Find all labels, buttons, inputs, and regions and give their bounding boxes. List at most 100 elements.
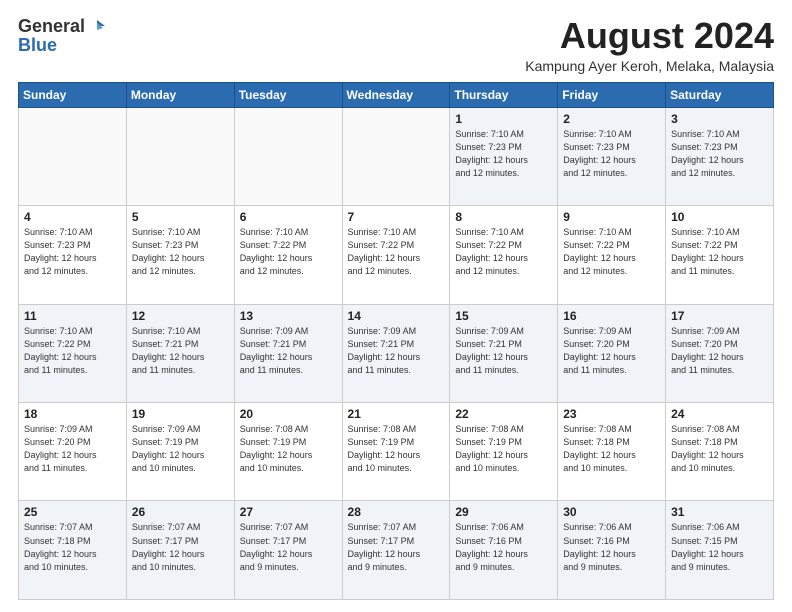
table-row: 21Sunrise: 7:08 AM Sunset: 7:19 PM Dayli…: [342, 403, 450, 501]
day-number: 14: [348, 309, 445, 323]
day-number: 6: [240, 210, 337, 224]
table-row: 2 Sunrise: 7:10 AM Sunset: 7:23 PM Daylig…: [558, 107, 666, 205]
logo-bird-icon: [87, 18, 105, 36]
day-info: Sunrise: 7:08 AM Sunset: 7:18 PM Dayligh…: [563, 423, 660, 475]
day-info: Sunrise: 7:10 AM Sunset: 7:23 PM Dayligh…: [455, 128, 552, 180]
table-row: 30 Sunrise: 7:06 AM Sunset: 7:16 PM Dayli…: [558, 501, 666, 600]
table-row: 3 Sunrise: 7:10 AM Sunset: 7:23 PM Daylig…: [666, 107, 774, 205]
day-number: 15: [455, 309, 552, 323]
day-info: Sunrise: 7:09 AM Sunset: 7:21 PM Dayligh…: [348, 325, 445, 377]
day-info: Sunrise: 7:10 AM Sunset: 7:23 PM Dayligh…: [563, 128, 660, 180]
day-number: 22: [455, 407, 552, 421]
col-tuesday: Tuesday: [234, 82, 342, 107]
table-row: 22 Sunrise: 7:08 AM Sunset: 7:19 PM Dayli…: [450, 403, 558, 501]
calendar-week-row: 4 Sunrise: 7:10 AM Sunset: 7:23 PM Daylig…: [19, 206, 774, 304]
table-row: 13Sunrise: 7:09 AM Sunset: 7:21 PM Dayli…: [234, 304, 342, 402]
table-row: 31 Sunrise: 7:06 AM Sunset: 7:15 PM Dayli…: [666, 501, 774, 600]
table-row: 26 Sunrise: 7:07 AM Sunset: 7:17 PM Dayli…: [126, 501, 234, 600]
day-info: Sunrise: 7:10 AM Sunset: 7:21 PM Dayligh…: [132, 325, 229, 377]
day-info: Sunrise: 7:10 AM Sunset: 7:23 PM Dayligh…: [132, 226, 229, 278]
col-saturday: Saturday: [666, 82, 774, 107]
day-number: 7: [348, 210, 445, 224]
day-info: Sunrise: 7:10 AM Sunset: 7:22 PM Dayligh…: [24, 325, 121, 377]
day-info: Sunrise: 7:08 AM Sunset: 7:18 PM Dayligh…: [671, 423, 768, 475]
table-row: 24 Sunrise: 7:08 AM Sunset: 7:18 PM Dayli…: [666, 403, 774, 501]
logo: General Blue: [18, 16, 105, 56]
logo-general: General: [18, 16, 85, 37]
table-row: 5 Sunrise: 7:10 AM Sunset: 7:23 PM Daylig…: [126, 206, 234, 304]
day-info: Sunrise: 7:06 AM Sunset: 7:16 PM Dayligh…: [563, 521, 660, 573]
day-number: 20: [240, 407, 337, 421]
day-number: 2: [563, 112, 660, 126]
month-title: August 2024: [525, 16, 774, 56]
day-info: Sunrise: 7:08 AM Sunset: 7:19 PM Dayligh…: [240, 423, 337, 475]
day-number: 24: [671, 407, 768, 421]
day-number: 31: [671, 505, 768, 519]
table-row: 1 Sunrise: 7:10 AM Sunset: 7:23 PM Daylig…: [450, 107, 558, 205]
day-number: 23: [563, 407, 660, 421]
table-row: 20 Sunrise: 7:08 AM Sunset: 7:19 PM Dayli…: [234, 403, 342, 501]
day-info: Sunrise: 7:09 AM Sunset: 7:20 PM Dayligh…: [563, 325, 660, 377]
day-info: Sunrise: 7:10 AM Sunset: 7:23 PM Dayligh…: [24, 226, 121, 278]
day-number: 26: [132, 505, 229, 519]
col-sunday: Sunday: [19, 82, 127, 107]
day-number: 16: [563, 309, 660, 323]
location: Kampung Ayer Keroh, Melaka, Malaysia: [525, 58, 774, 74]
calendar-week-row: 11 Sunrise: 7:10 AM Sunset: 7:22 PM Dayli…: [19, 304, 774, 402]
day-info: Sunrise: 7:10 AM Sunset: 7:22 PM Dayligh…: [671, 226, 768, 278]
day-number: 8: [455, 210, 552, 224]
table-row: 16 Sunrise: 7:09 AM Sunset: 7:20 PM Dayli…: [558, 304, 666, 402]
day-number: 25: [24, 505, 121, 519]
table-row: 10 Sunrise: 7:10 AM Sunset: 7:22 PM Dayli…: [666, 206, 774, 304]
day-number: 5: [132, 210, 229, 224]
table-row: 4 Sunrise: 7:10 AM Sunset: 7:23 PM Daylig…: [19, 206, 127, 304]
day-info: Sunrise: 7:10 AM Sunset: 7:23 PM Dayligh…: [671, 128, 768, 180]
day-info: Sunrise: 7:07 AM Sunset: 7:17 PM Dayligh…: [132, 521, 229, 573]
day-info: Sunrise: 7:09 AM Sunset: 7:20 PM Dayligh…: [24, 423, 121, 475]
table-row: [126, 107, 234, 205]
day-info: Sunrise: 7:09 AM Sunset: 7:21 PM Dayligh…: [455, 325, 552, 377]
day-number: 9: [563, 210, 660, 224]
header: General Blue August 2024 Kampung Ayer Ke…: [18, 16, 774, 74]
table-row: 8Sunrise: 7:10 AM Sunset: 7:22 PM Daylig…: [450, 206, 558, 304]
col-wednesday: Wednesday: [342, 82, 450, 107]
calendar-week-row: 18 Sunrise: 7:09 AM Sunset: 7:20 PM Dayli…: [19, 403, 774, 501]
table-row: 11 Sunrise: 7:10 AM Sunset: 7:22 PM Dayli…: [19, 304, 127, 402]
day-info: Sunrise: 7:06 AM Sunset: 7:15 PM Dayligh…: [671, 521, 768, 573]
table-row: 27 Sunrise: 7:07 AM Sunset: 7:17 PM Dayli…: [234, 501, 342, 600]
col-monday: Monday: [126, 82, 234, 107]
table-row: 17Sunrise: 7:09 AM Sunset: 7:20 PM Dayli…: [666, 304, 774, 402]
day-number: 18: [24, 407, 121, 421]
day-number: 10: [671, 210, 768, 224]
day-number: 30: [563, 505, 660, 519]
table-row: 29Sunrise: 7:06 AM Sunset: 7:16 PM Dayli…: [450, 501, 558, 600]
page: General Blue August 2024 Kampung Ayer Ke…: [0, 0, 792, 612]
day-info: Sunrise: 7:08 AM Sunset: 7:19 PM Dayligh…: [455, 423, 552, 475]
day-info: Sunrise: 7:07 AM Sunset: 7:17 PM Dayligh…: [348, 521, 445, 573]
day-number: 4: [24, 210, 121, 224]
day-number: 3: [671, 112, 768, 126]
day-info: Sunrise: 7:07 AM Sunset: 7:18 PM Dayligh…: [24, 521, 121, 573]
day-info: Sunrise: 7:07 AM Sunset: 7:17 PM Dayligh…: [240, 521, 337, 573]
table-row: [19, 107, 127, 205]
calendar-week-row: 25 Sunrise: 7:07 AM Sunset: 7:18 PM Dayli…: [19, 501, 774, 600]
col-friday: Friday: [558, 82, 666, 107]
day-number: 12: [132, 309, 229, 323]
day-number: 11: [24, 309, 121, 323]
table-row: 14 Sunrise: 7:09 AM Sunset: 7:21 PM Dayli…: [342, 304, 450, 402]
day-info: Sunrise: 7:08 AM Sunset: 7:19 PM Dayligh…: [348, 423, 445, 475]
day-info: Sunrise: 7:09 AM Sunset: 7:20 PM Dayligh…: [671, 325, 768, 377]
table-row: 15 Sunrise: 7:09 AM Sunset: 7:21 PM Dayli…: [450, 304, 558, 402]
day-number: 1: [455, 112, 552, 126]
table-row: 18 Sunrise: 7:09 AM Sunset: 7:20 PM Dayli…: [19, 403, 127, 501]
table-row: 12 Sunrise: 7:10 AM Sunset: 7:21 PM Dayli…: [126, 304, 234, 402]
table-row: 23 Sunrise: 7:08 AM Sunset: 7:18 PM Dayli…: [558, 403, 666, 501]
calendar-week-row: 1 Sunrise: 7:10 AM Sunset: 7:23 PM Daylig…: [19, 107, 774, 205]
table-row: 6Sunrise: 7:10 AM Sunset: 7:22 PM Daylig…: [234, 206, 342, 304]
day-info: Sunrise: 7:10 AM Sunset: 7:22 PM Dayligh…: [563, 226, 660, 278]
calendar-header-row: Sunday Monday Tuesday Wednesday Thursday…: [19, 82, 774, 107]
day-number: 29: [455, 505, 552, 519]
table-row: 25 Sunrise: 7:07 AM Sunset: 7:18 PM Dayli…: [19, 501, 127, 600]
day-number: 27: [240, 505, 337, 519]
day-info: Sunrise: 7:09 AM Sunset: 7:21 PM Dayligh…: [240, 325, 337, 377]
